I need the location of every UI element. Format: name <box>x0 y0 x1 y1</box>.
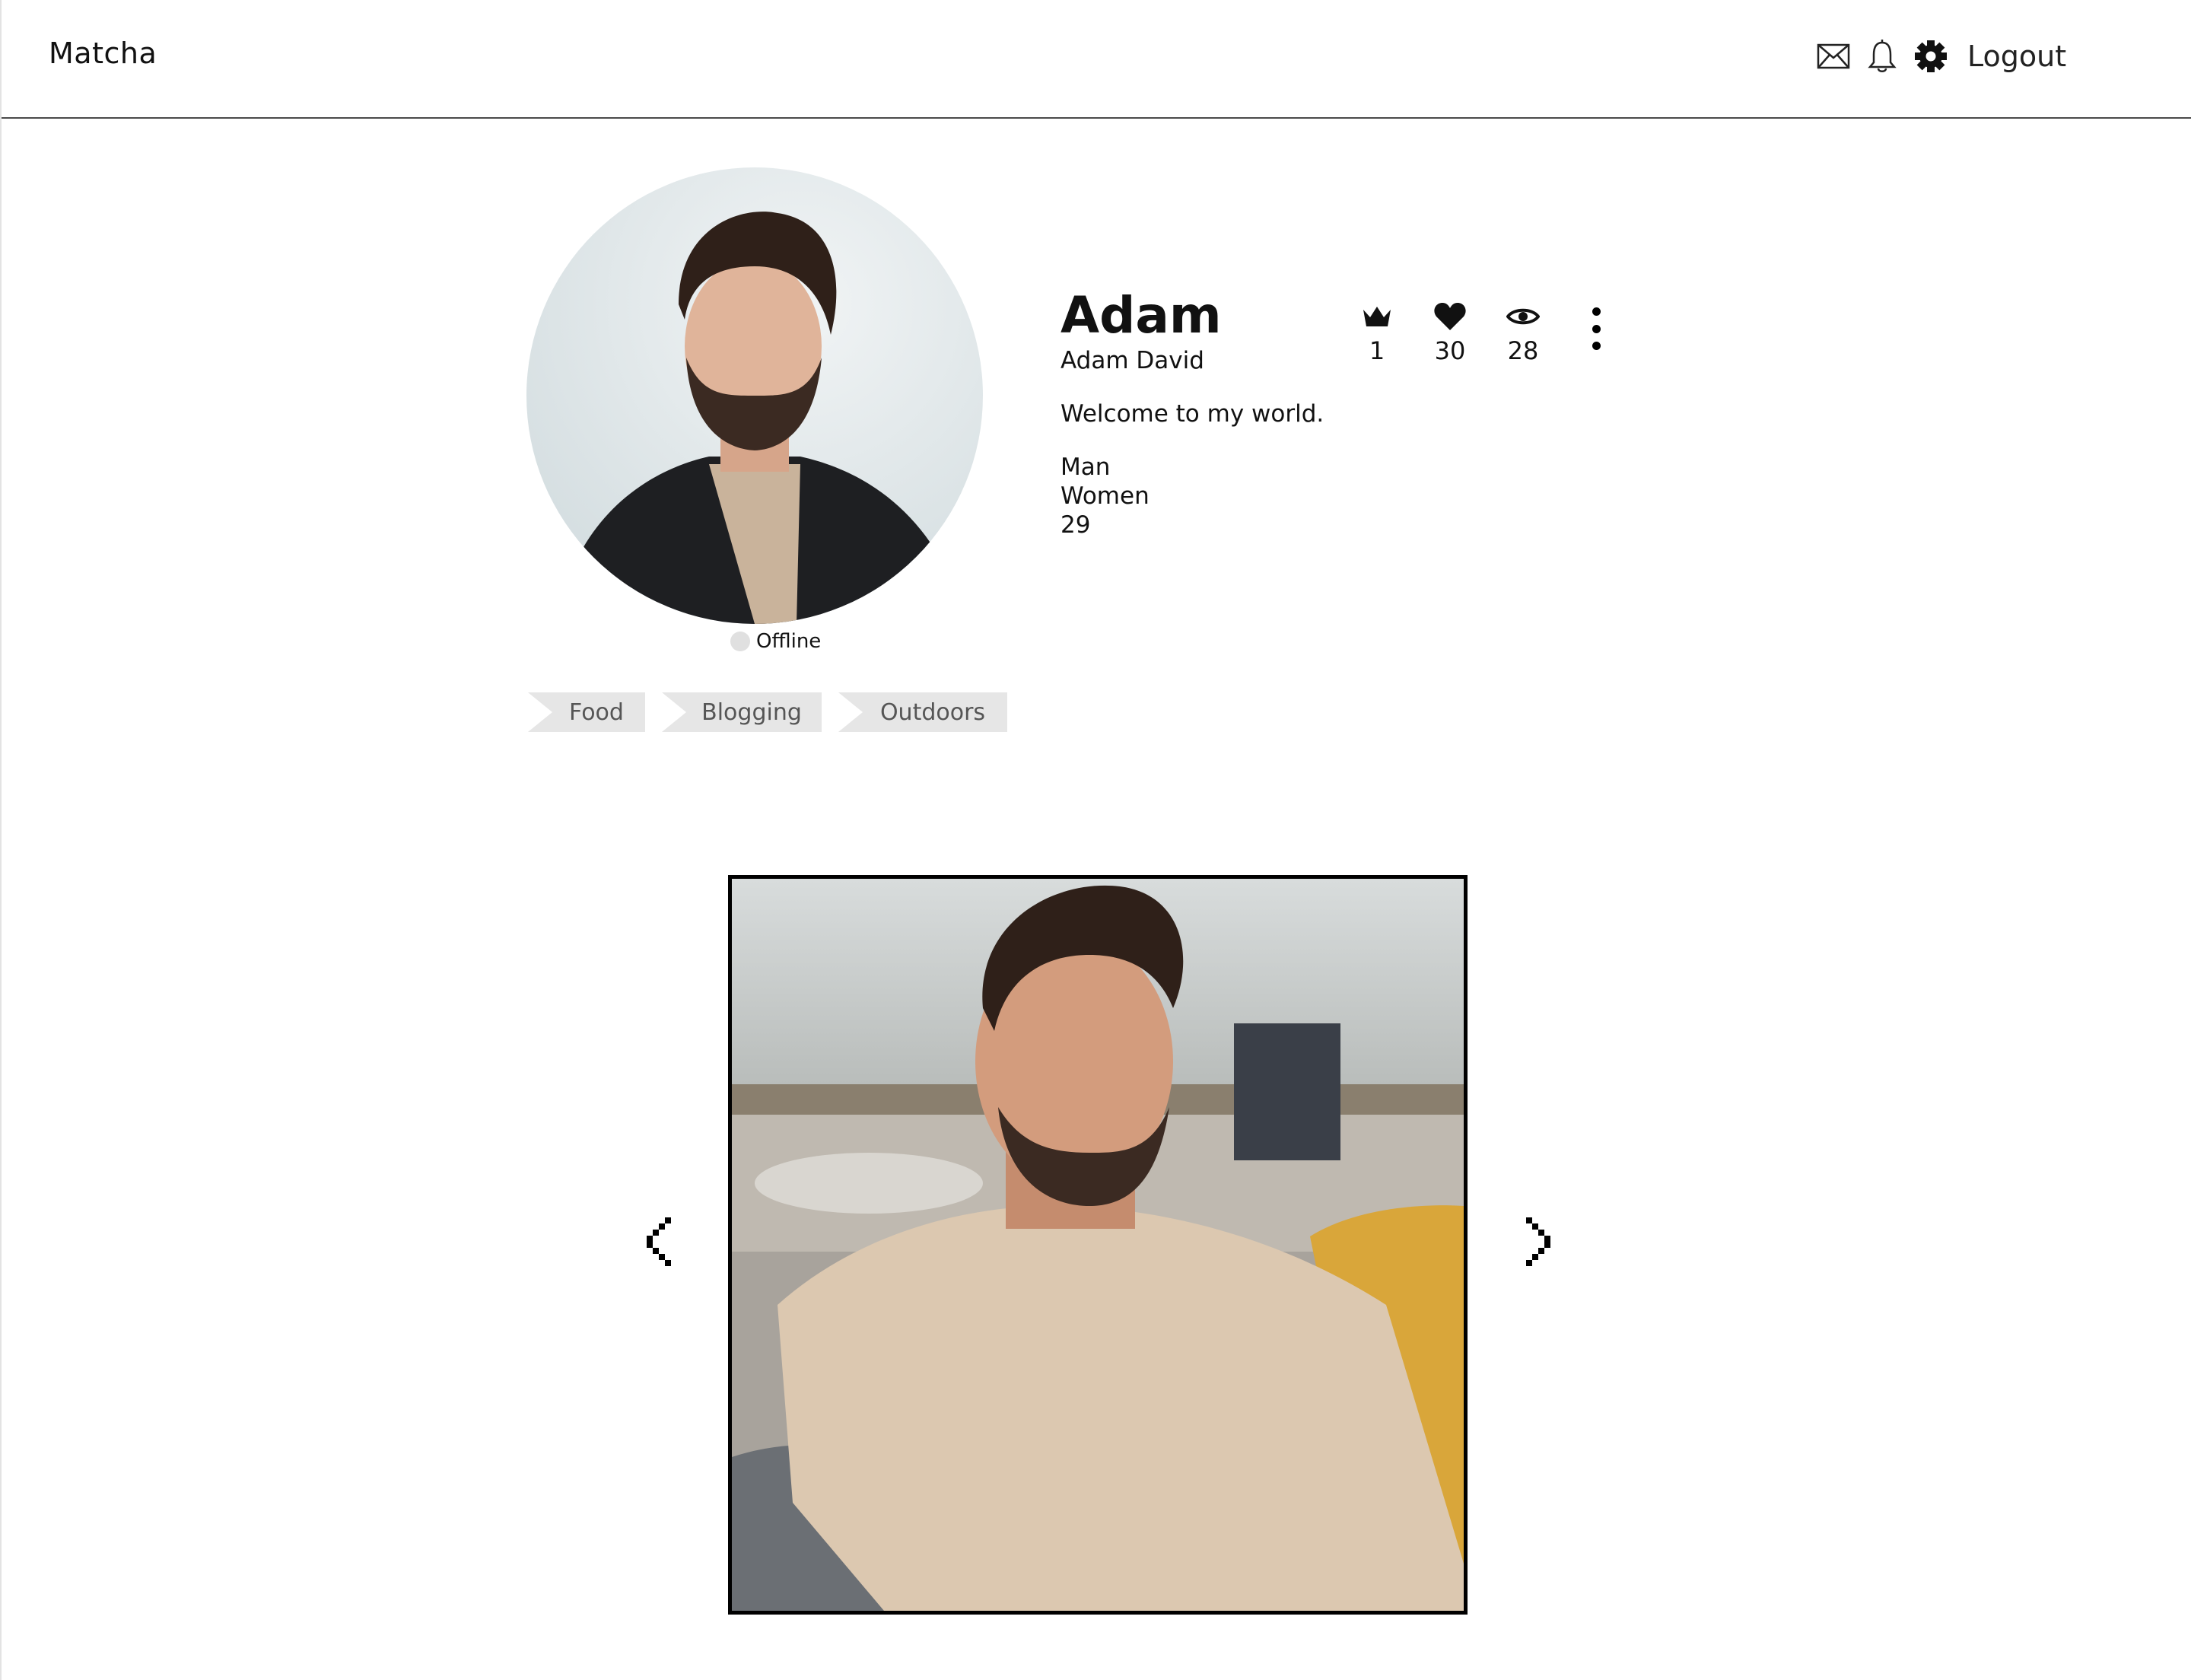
more-dot <box>1592 307 1601 316</box>
profile-preference: Women <box>1061 482 1150 510</box>
status-label: Offline <box>756 630 822 653</box>
status-dot <box>730 632 750 651</box>
mail-icon[interactable] <box>1815 38 1852 75</box>
profile-gender: Man <box>1061 453 1111 481</box>
chevron-left-icon[interactable] <box>642 1216 679 1269</box>
gear-icon[interactable] <box>1913 38 1949 75</box>
tag-outdoors[interactable]: Outdoors <box>838 692 1007 732</box>
online-status: Offline <box>730 630 821 653</box>
bell-icon[interactable] <box>1864 38 1900 75</box>
eye-icon <box>1506 300 1540 333</box>
profile-first-name: Adam <box>1061 286 1222 345</box>
logout-link[interactable]: Logout <box>1967 40 2066 73</box>
stat-views-value: 28 <box>1507 336 1539 365</box>
stat-rank: 1 <box>1340 300 1413 365</box>
heart-icon[interactable] <box>1433 300 1467 333</box>
profile-bio: Welcome to my world. <box>1061 400 1324 428</box>
page: Matcha Logout Offline Food Blogging Outd… <box>0 0 2191 1680</box>
brand-logo[interactable]: Matcha <box>49 37 157 70</box>
tag-blogging[interactable]: Blogging <box>662 692 822 732</box>
stat-likes[interactable]: 30 <box>1413 300 1487 365</box>
stat-likes-value: 30 <box>1434 336 1466 365</box>
top-nav: Matcha Logout <box>2 0 2191 119</box>
stat-views: 28 <box>1487 300 1560 365</box>
nav-actions: Logout <box>1815 35 2066 78</box>
tag-food[interactable]: Food <box>528 692 645 732</box>
profile-age: 29 <box>1061 511 1091 539</box>
more-dot <box>1592 324 1601 333</box>
more-options-icon[interactable] <box>1584 307 1608 350</box>
chevron-right-icon[interactable] <box>1518 1216 1555 1269</box>
more-dot <box>1592 342 1601 350</box>
profile-full-name: Adam David <box>1061 347 1204 374</box>
gallery-photo <box>728 875 1468 1615</box>
stat-rank-value: 1 <box>1369 336 1385 365</box>
profile-stats: 1 30 28 <box>1340 300 1560 365</box>
interest-tags: Food Blogging Outdoors <box>528 692 1024 732</box>
crown-icon <box>1362 300 1392 333</box>
profile-avatar <box>526 167 983 624</box>
